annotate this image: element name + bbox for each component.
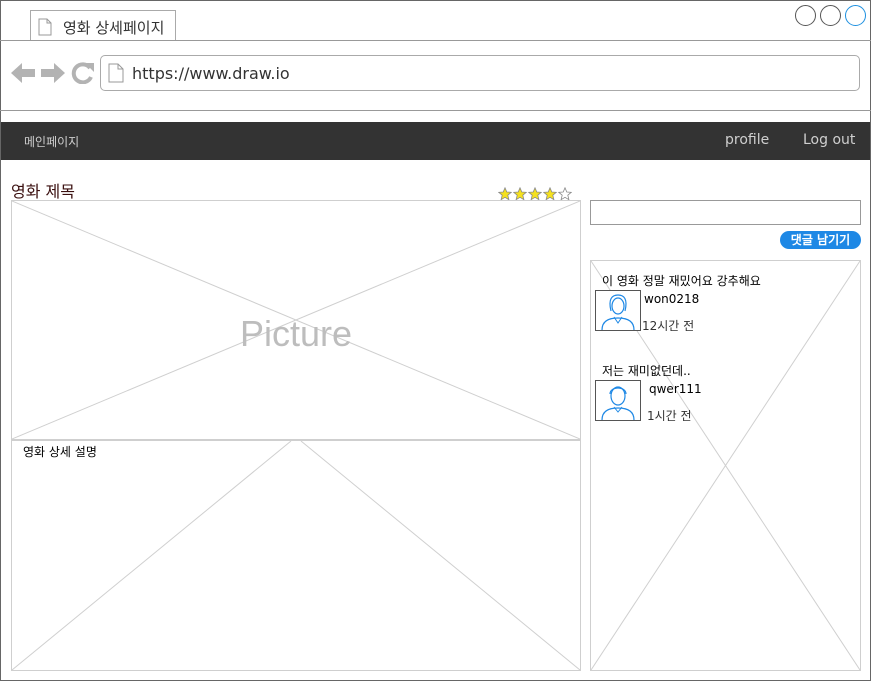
page-icon	[108, 63, 124, 83]
window-maximize-button[interactable]	[820, 5, 841, 26]
star-filled-icon[interactable]	[528, 187, 542, 201]
browser-chrome-divider	[0, 110, 871, 111]
nav-logout-link[interactable]: Log out	[803, 132, 855, 148]
movie-picture-placeholder: Picture	[11, 200, 581, 440]
comment-user[interactable]: won0218	[644, 292, 699, 306]
avatar	[595, 380, 641, 421]
description-label: 영화 상세 설명	[23, 445, 97, 459]
comment-time: 12시간 전	[642, 319, 695, 333]
document-icon	[38, 18, 52, 36]
star-empty-icon[interactable]	[558, 187, 572, 201]
star-filled-icon[interactable]	[498, 187, 512, 201]
browser-tab[interactable]: 영화 상세페이지	[30, 10, 176, 41]
forward-arrow-icon[interactable]	[41, 62, 65, 84]
star-filled-icon[interactable]	[543, 187, 557, 201]
placeholder-cross	[12, 441, 580, 670]
address-bar[interactable]: https://www.draw.io	[100, 55, 860, 91]
url-text: https://www.draw.io	[132, 64, 290, 83]
back-arrow-icon[interactable]	[11, 62, 35, 84]
comment-list: 이 영화 정말 재밌어요 강추해요 won0218 12시간 전 저는 재미없던…	[590, 260, 861, 671]
movie-description-placeholder: 영화 상세 설명	[11, 440, 581, 671]
nav-profile-link[interactable]: profile	[725, 132, 769, 148]
comment-text: 이 영화 정말 재밌어요 강추해요	[602, 274, 761, 288]
reload-icon[interactable]	[71, 62, 95, 84]
tab-title: 영화 상세페이지	[63, 19, 165, 37]
tab-divider	[0, 40, 871, 41]
comment-text: 저는 재미없던데..	[602, 364, 691, 378]
window-minimize-button[interactable]	[795, 5, 816, 26]
avatar	[595, 290, 641, 331]
star-filled-icon[interactable]	[513, 187, 527, 201]
submit-comment-button[interactable]: 댓글 남기기	[780, 231, 861, 249]
top-navbar: 메인페이지 profile Log out	[1, 122, 870, 160]
picture-label: Picture	[239, 313, 353, 354]
nav-home-link[interactable]: 메인페이지	[24, 133, 79, 150]
male-user-icon	[601, 386, 635, 421]
female-user-icon	[601, 294, 635, 331]
movie-title: 영화 제목	[11, 182, 75, 201]
comment-user[interactable]: qwer111	[649, 382, 702, 396]
window-close-button[interactable]	[845, 5, 866, 26]
comment-input[interactable]	[590, 200, 861, 225]
comment-time: 1시간 전	[647, 409, 692, 423]
